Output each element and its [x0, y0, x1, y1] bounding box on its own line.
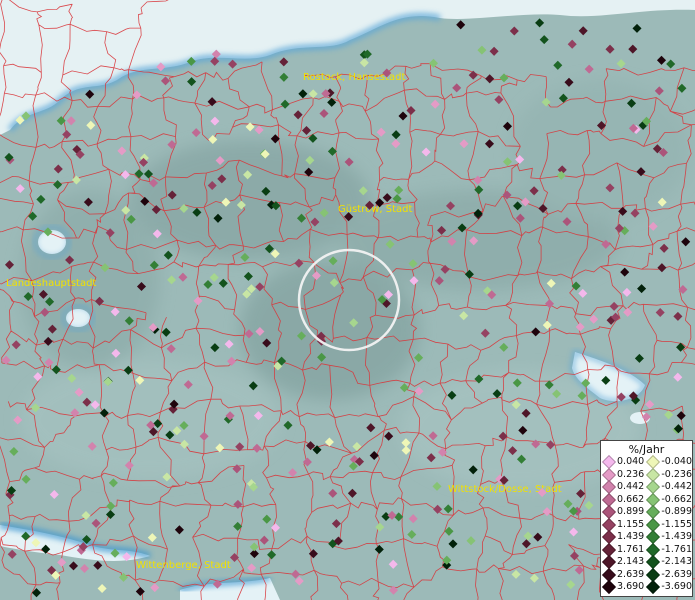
legend-label: 0.899 — [617, 506, 645, 518]
legend-entry-positive: 1.761 — [601, 542, 645, 557]
legend-entry-negative: -0.040 — [645, 455, 692, 470]
legend-label: -1.761 — [661, 543, 692, 555]
legend-entry-negative: -2.639 — [645, 567, 692, 582]
legend-rows: 0.040 -0.040 0.236 -0.236 0.442 -0.442 0.662 -0… — [601, 455, 692, 595]
legend-label: -3.690 — [661, 581, 692, 593]
legend-label: -0.442 — [661, 481, 692, 493]
legend-entry-negative: -3.690 — [645, 580, 692, 595]
legend-row: 0.040 -0.040 — [601, 455, 692, 470]
legend-swatch — [646, 505, 661, 520]
legend-swatch — [646, 530, 661, 545]
legend-label: -0.236 — [661, 468, 692, 480]
legend-entry-negative: -0.236 — [645, 467, 692, 482]
legend-label: 3.690 — [617, 581, 645, 593]
city-label-wittenberge: Wittenberge, Stadt — [136, 560, 231, 571]
legend-label: -0.040 — [661, 456, 692, 468]
map-legend: %/Jahr 0.040 -0.040 0.236 -0.236 0.442 -0.442… — [600, 440, 693, 597]
legend-row: 1.761 -1.761 — [601, 542, 692, 557]
legend-label: 1.155 — [617, 518, 645, 530]
legend-label: 0.662 — [617, 493, 645, 505]
legend-row: 0.442 -0.442 — [601, 480, 692, 495]
legend-title: %/Jahr — [628, 443, 665, 456]
city-label-landeshauptstadt: Landeshauptstadt — [6, 278, 96, 289]
legend-row: 2.143 -2.143 — [601, 555, 692, 570]
legend-entry-negative: -0.899 — [645, 505, 692, 520]
legend-label: -2.639 — [661, 568, 692, 580]
legend-label: 0.236 — [617, 468, 645, 480]
legend-label: -0.662 — [661, 493, 692, 505]
legend-label: 1.761 — [617, 543, 645, 555]
legend-swatch — [646, 480, 661, 495]
legend-entry-positive: 3.690 — [601, 580, 645, 595]
legend-row: 0.662 -0.662 — [601, 492, 692, 507]
map-canvas[interactable]: Rostock, Hansestadt Güstrow, Stadt Lande… — [0, 0, 695, 600]
legend-entry-positive: 2.639 — [601, 567, 645, 582]
legend-label: 2.639 — [617, 568, 645, 580]
legend-label: -0.899 — [661, 506, 692, 518]
legend-entry-positive: 0.236 — [601, 467, 645, 482]
legend-label: 2.143 — [617, 556, 645, 568]
legend-swatch — [646, 555, 661, 570]
legend-entry-negative: -1.439 — [645, 530, 692, 545]
legend-entry-positive: 0.662 — [601, 492, 645, 507]
legend-label: 1.439 — [617, 531, 645, 543]
legend-label: -1.439 — [661, 531, 692, 543]
legend-entry-positive: 0.442 — [601, 480, 645, 495]
legend-entry-negative: -2.143 — [645, 555, 692, 570]
legend-label: -1.155 — [661, 518, 692, 530]
legend-row: 2.639 -2.639 — [601, 567, 692, 582]
legend-entry-positive: 0.899 — [601, 505, 645, 520]
legend-swatch — [601, 580, 617, 595]
legend-entry-negative: -0.662 — [645, 492, 692, 507]
legend-row: 1.439 -1.439 — [601, 530, 692, 545]
legend-entry-positive: 2.143 — [601, 555, 645, 570]
legend-swatch — [646, 455, 661, 470]
legend-entry-positive: 0.040 — [601, 455, 645, 470]
legend-row: 1.155 -1.155 — [601, 517, 692, 532]
legend-row: 3.690 -3.690 — [601, 580, 692, 595]
legend-label: -2.143 — [661, 556, 692, 568]
legend-row: 0.899 -0.899 — [601, 505, 692, 520]
legend-entry-negative: -1.761 — [645, 542, 692, 557]
legend-entry-positive: 1.439 — [601, 530, 645, 545]
legend-label: 0.040 — [617, 456, 645, 468]
legend-entry-negative: -1.155 — [645, 517, 692, 532]
legend-label: 0.442 — [617, 481, 645, 493]
legend-row: 0.236 -0.236 — [601, 467, 692, 482]
legend-entry-negative: -0.442 — [645, 480, 692, 495]
legend-entry-positive: 1.155 — [601, 517, 645, 532]
legend-swatch — [646, 580, 661, 595]
